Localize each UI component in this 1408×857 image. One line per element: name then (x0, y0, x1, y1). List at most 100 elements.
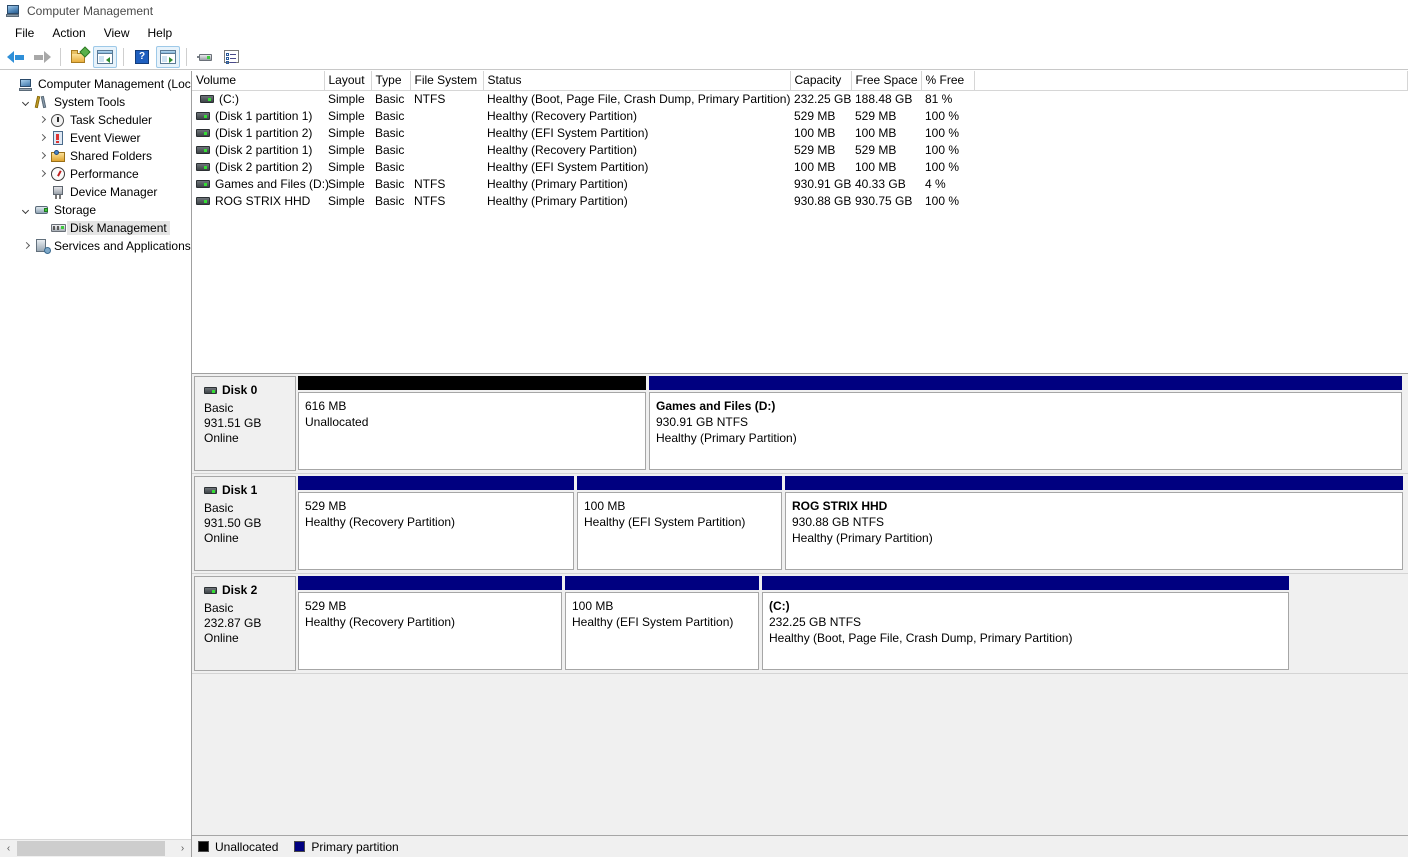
volume-row[interactable]: (Disk 2 partition 2) Simple Basic Healthy (… (192, 158, 1408, 175)
volume-row-spacer (974, 192, 1408, 209)
tree-item-performance[interactable]: Performance (2, 165, 191, 183)
column-header-capacity[interactable]: Capacity (790, 71, 852, 91)
volume-type-cell: Basic (375, 125, 405, 140)
partition-block[interactable]: 529 MB Healthy (Recovery Partition) (298, 576, 562, 670)
legend-bar: Unallocated Primary partition (192, 835, 1408, 857)
menu-help[interactable]: Help (139, 24, 182, 42)
partition-block[interactable]: (C:) 232.25 GB NTFS Healthy (Boot, Page Fi… (762, 576, 1289, 670)
tree-item-storage[interactable]: Storage (2, 201, 191, 219)
volume-filesystem-cell (410, 124, 483, 141)
toolbar: ? (0, 44, 1408, 70)
column-header-volume[interactable]: Volume (192, 71, 325, 91)
tree-horizontal-scrollbar[interactable]: ‹ › (0, 839, 191, 857)
results-pane: Volume Layout Type File System Status Capacit… (192, 71, 1408, 857)
menu-file[interactable]: File (6, 24, 43, 42)
disk-title: Disk 2 (204, 583, 295, 598)
column-header-free-space[interactable]: Free Space (851, 71, 922, 91)
partition-status-label: Healthy (Recovery Partition) (305, 515, 456, 529)
partition-capacity-bar (649, 376, 1402, 390)
window-pane-icon (97, 49, 113, 64)
column-header--free[interactable]: % Free (921, 71, 975, 91)
chevron-right-icon[interactable] (34, 171, 50, 178)
partition-block[interactable]: ROG STRIX HHD 930.88 GB NTFS Healthy (Prim… (785, 476, 1403, 570)
disk-row-disk-0: Disk 0 Basic 931.51 GB Online 616 MB Unalloca… (192, 374, 1408, 474)
volume-layout-cell: Simple (328, 193, 365, 208)
volume-row[interactable]: (C:) Simple Basic NTFS Healthy (Boot, Page F… (192, 90, 1408, 107)
properties-button[interactable] (219, 46, 243, 68)
tree-item-event-viewer[interactable]: Event Viewer (2, 129, 191, 147)
tree-item-label: Services and Applications (54, 239, 191, 253)
disk-state-label: Online (204, 531, 239, 545)
disk-icon (204, 587, 217, 594)
volume-free-space-cell: 188.48 GB (855, 91, 913, 106)
scroll-thumb[interactable] (17, 841, 165, 856)
menu-bar: File Action View Help (0, 22, 1408, 44)
volume-row[interactable]: (Disk 1 partition 2) Simple Basic Healthy (… (192, 124, 1408, 141)
menu-view[interactable]: View (95, 24, 139, 42)
column-header-file-system[interactable]: File System (410, 71, 484, 91)
tree-item-task-scheduler[interactable]: Task Scheduler (2, 111, 191, 129)
column-header-status[interactable]: Status (483, 71, 791, 91)
show-hide-action-pane-button[interactable] (93, 45, 117, 68)
help-button[interactable]: ? (130, 46, 154, 68)
column-header-blank[interactable] (974, 71, 1408, 91)
volume-row[interactable]: Games and Files (D:) Simple Basic NTFS Healt… (192, 175, 1408, 192)
scroll-track[interactable] (17, 840, 174, 857)
column-header-type[interactable]: Type (371, 71, 411, 91)
tree-item-services-and-applications[interactable]: Services and Applications (2, 237, 191, 255)
partition-block[interactable]: Games and Files (D:) 930.91 GB NTFS Health… (649, 376, 1402, 470)
volume-list[interactable]: Volume Layout Type File System Status Capacit… (192, 71, 1408, 374)
partition-capacity-bar (565, 576, 759, 590)
tree-item-shared-folders[interactable]: Shared Folders (2, 147, 191, 165)
tree-item-disk-management[interactable]: Disk Management (2, 219, 191, 237)
volume-free-space-cell: 100 MB (855, 125, 897, 140)
disk-info-panel[interactable]: Disk 1 Basic 931.50 GB Online (194, 476, 296, 571)
volume-row[interactable]: ROG STRIX HHD Simple Basic NTFS Healthy (Pri… (192, 192, 1408, 209)
scroll-left-button[interactable]: ‹ (0, 840, 17, 857)
column-header-layout[interactable]: Layout (324, 71, 372, 91)
volume-row[interactable]: (Disk 1 partition 1) Simple Basic Healthy (… (192, 107, 1408, 124)
chevron-down-icon[interactable] (18, 207, 34, 214)
tree-item-system-tools[interactable]: System Tools (2, 93, 191, 111)
disk-row-disk-1: Disk 1 Basic 931.50 GB Online 529 MB Healthy … (192, 474, 1408, 574)
chevron-right-icon[interactable] (18, 243, 34, 250)
rescan-disks-button[interactable] (193, 46, 217, 68)
disk-type-label: Basic (204, 601, 234, 615)
volume-status-cell: Healthy (EFI System Partition) (487, 125, 649, 140)
show-hide-action-pane-2-button[interactable] (156, 45, 180, 68)
volume-type-cell: Basic (375, 193, 405, 208)
volume-name-cell: (Disk 2 partition 1) (192, 141, 324, 158)
partition-block[interactable]: 616 MB Unallocated (298, 376, 646, 470)
volume-name-cell: (C:) (192, 90, 324, 107)
drive-icon (196, 162, 210, 171)
volume-status-cell: Healthy (Primary Partition) (487, 176, 628, 191)
volume-type-cell: Basic (375, 142, 405, 157)
volume-layout-cell: Simple (328, 91, 365, 106)
legend-swatch-unallocated (198, 841, 209, 852)
disk-size-label: 232.87 GB (204, 616, 262, 630)
chevron-down-icon[interactable] (18, 99, 34, 106)
toolbar-separator-2 (123, 47, 124, 66)
console-tree-pane: Computer Management (Local System Tools Ta… (0, 71, 192, 857)
partition-block[interactable]: 100 MB Healthy (EFI System Partition) (565, 576, 759, 670)
chevron-right-icon[interactable] (34, 153, 50, 160)
show-hide-console-tree-button[interactable] (67, 45, 91, 68)
back-button[interactable] (4, 46, 28, 68)
menu-action[interactable]: Action (43, 24, 94, 42)
partition-details: 100 MB Healthy (EFI System Partition) (565, 592, 759, 670)
disk-info-panel[interactable]: Disk 2 Basic 232.87 GB Online (194, 576, 296, 671)
volume-free-space-cell: 930.75 GB (855, 193, 913, 208)
chevron-right-icon[interactable] (34, 117, 50, 124)
tree-item-device-manager[interactable]: Device Manager (2, 183, 191, 201)
volume-row[interactable]: (Disk 2 partition 1) Simple Basic Healthy (… (192, 141, 1408, 158)
partition-capacity-bar (762, 576, 1289, 590)
tree-item-computer-management-local[interactable]: Computer Management (Local (2, 75, 191, 93)
partition-block[interactable]: 529 MB Healthy (Recovery Partition) (298, 476, 574, 570)
scroll-right-button[interactable]: › (174, 840, 191, 857)
disk-info-panel[interactable]: Disk 0 Basic 931.51 GB Online (194, 376, 296, 471)
chevron-right-icon[interactable] (34, 135, 50, 142)
partition-block[interactable]: 100 MB Healthy (EFI System Partition) (577, 476, 782, 570)
legend-label-primary-partition: Primary partition (311, 839, 399, 854)
forward-button[interactable] (30, 46, 54, 68)
partition-capacity-bar (785, 476, 1403, 490)
